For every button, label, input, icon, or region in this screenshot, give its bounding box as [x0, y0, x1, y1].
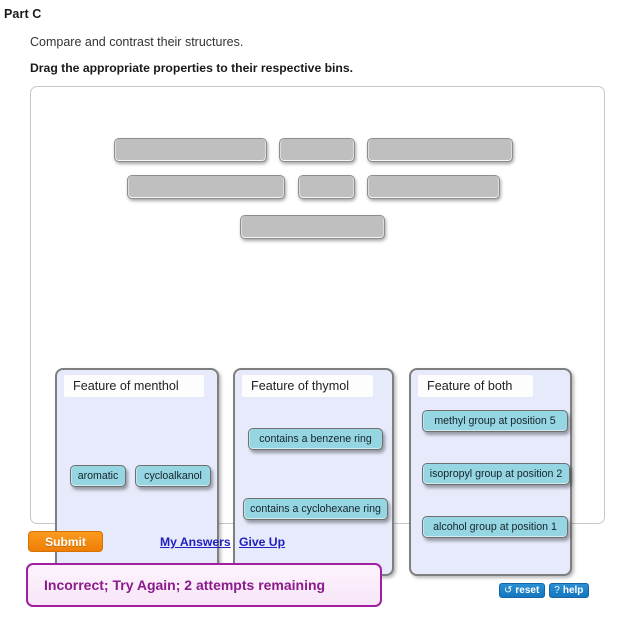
- bin-title: Feature of thymol: [251, 379, 349, 393]
- tile-label: aromatic: [77, 469, 119, 482]
- tile-label: alcohol group at position 1: [433, 520, 557, 533]
- draggable-tile[interactable]: methyl group at position 5: [422, 410, 568, 432]
- refresh-icon: ↺: [504, 584, 513, 596]
- reset-button-label: reset: [515, 584, 540, 596]
- bin-header: Feature of thymol: [242, 375, 373, 397]
- page-title: Part C: [4, 7, 42, 21]
- tile-label: contains a benzene ring: [259, 432, 372, 445]
- help-button[interactable]: ? help: [549, 583, 590, 598]
- drag-drop-activity-container: Feature of menthol aromatic cycloalkanol Fe…: [30, 86, 605, 598]
- source-slot[interactable]: [127, 175, 285, 199]
- submit-button[interactable]: Submit: [28, 531, 103, 552]
- draggable-tile[interactable]: aromatic: [70, 465, 126, 487]
- tile-label: isopropyl group at position 2: [429, 467, 563, 480]
- source-slot[interactable]: [367, 138, 513, 162]
- tile-label: cycloalkanol: [144, 469, 202, 482]
- help-button-label: help: [562, 584, 584, 596]
- bin-title: Feature of menthol: [73, 379, 179, 393]
- source-slot[interactable]: [298, 175, 355, 199]
- my-answers-link[interactable]: My Answers: [160, 535, 231, 549]
- feedback-banner: Incorrect; Try Again; 2 attempts remaini…: [26, 563, 382, 607]
- source-slot[interactable]: [367, 175, 500, 199]
- source-slot[interactable]: [279, 138, 355, 162]
- intro-text: Compare and contrast their structures.: [30, 35, 244, 49]
- draggable-tile[interactable]: cycloalkanol: [135, 465, 211, 487]
- draggable-tile[interactable]: alcohol group at position 1: [422, 516, 568, 538]
- draggable-tile[interactable]: isopropyl group at position 2: [422, 463, 570, 485]
- drop-bin-both[interactable]: Feature of both methyl group at position …: [409, 368, 572, 576]
- feedback-message: Incorrect; Try Again; 2 attempts remaini…: [44, 577, 326, 593]
- tile-label: methyl group at position 5: [434, 414, 556, 427]
- draggable-tile[interactable]: contains a cyclohexane ring: [243, 498, 388, 520]
- bin-header: Feature of both: [418, 375, 533, 397]
- question-mark-icon: ?: [554, 584, 560, 596]
- tile-label: contains a cyclohexane ring: [250, 502, 381, 515]
- bin-header: Feature of menthol: [64, 375, 204, 397]
- instruction-text: Drag the appropriate properties to their…: [30, 61, 354, 75]
- draggable-tile[interactable]: contains a benzene ring: [248, 428, 383, 450]
- source-slot[interactable]: [240, 215, 385, 239]
- bin-title: Feature of both: [427, 379, 513, 393]
- give-up-link[interactable]: Give Up: [239, 535, 285, 549]
- source-slot[interactable]: [114, 138, 267, 162]
- tool-button-group: ↺ reset ? help: [499, 583, 590, 598]
- reset-button[interactable]: ↺ reset: [499, 583, 546, 598]
